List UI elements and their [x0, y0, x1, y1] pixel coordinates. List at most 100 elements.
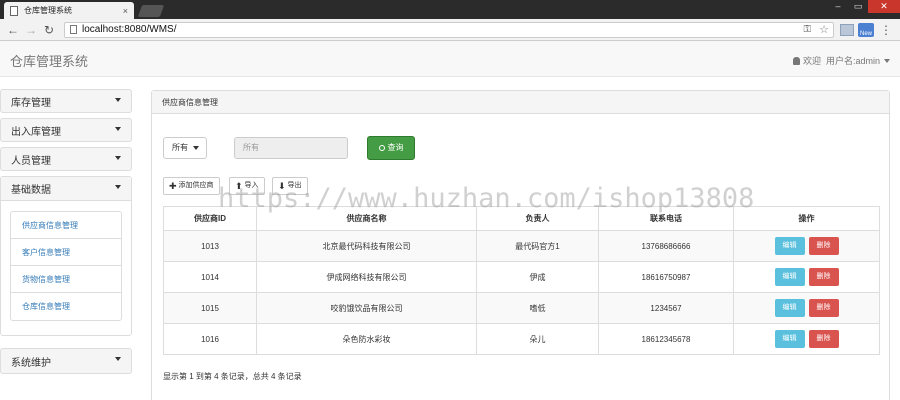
col-header-phone[interactable]: 联系电话 — [598, 206, 734, 231]
browser-toolbar: ← → ↻ localhost:8080/WMS/ ⚿ ☆ New ⋮ — [0, 19, 900, 41]
sidebar-item-stock-io[interactable]: 出入库管理 — [0, 118, 132, 142]
cell-id: 1016 — [163, 323, 257, 355]
new-tab-button[interactable] — [137, 5, 165, 17]
delete-button[interactable]: 删除 — [808, 330, 839, 348]
tab-close-icon[interactable]: × — [123, 6, 128, 16]
panel-title: 供应商信息管理 — [152, 91, 889, 114]
sidebar-item-inventory[interactable]: 库存管理 — [0, 89, 132, 113]
key-icon[interactable]: ⚿ — [804, 24, 812, 35]
page-icon — [10, 5, 18, 16]
delete-button[interactable]: 删除 — [808, 237, 839, 255]
cell-phone: 1234567 — [598, 292, 734, 324]
edit-button[interactable]: 编辑 — [774, 299, 805, 317]
query-button-label: 查询 — [387, 143, 404, 152]
sidebar-item-system[interactable]: 系统维护 — [0, 348, 132, 374]
delete-button[interactable]: 删除 — [808, 268, 839, 286]
export-label: 导出 — [287, 182, 302, 189]
cell-contact: 伊成 — [476, 261, 599, 293]
sidebar: 库存管理 出入库管理 人员管理 基础数据 供应商信息管理 客户信息管理 货物信息… — [0, 89, 132, 341]
delete-button[interactable]: 删除 — [808, 299, 839, 317]
chevron-down-icon — [884, 58, 890, 63]
welcome-text: 欢迎 — [802, 56, 821, 66]
browser-menu-icon[interactable]: ⋮ — [880, 23, 892, 37]
cell-actions: 编辑 删除 — [733, 261, 880, 293]
cell-id: 1014 — [163, 261, 257, 293]
page-info-icon[interactable] — [70, 25, 77, 34]
app-brand[interactable]: 仓库管理系统 — [10, 51, 88, 70]
sidebar-item-label: 出入库管理 — [11, 126, 61, 138]
add-supplier-label: 添加供应商 — [178, 182, 214, 189]
reload-icon[interactable]: ↻ — [40, 23, 58, 37]
col-header-actions: 操作 — [733, 206, 880, 231]
user-menu[interactable]: 欢迎 用户名:admin — [792, 54, 890, 67]
cell-actions: 编辑 删除 — [733, 230, 880, 262]
edit-button[interactable]: 编辑 — [774, 268, 805, 286]
search-input[interactable]: 所有 — [234, 137, 348, 159]
sidebar-item-basic-data[interactable]: 基础数据 — [1, 177, 131, 201]
export-icon: ⬇ — [278, 181, 286, 191]
table-row: 1016 朵色防水彩妆 朵儿 18612345678 编辑 删除 — [163, 323, 880, 355]
chevron-down-icon — [115, 357, 121, 361]
cell-contact: 最代码官方1 — [476, 230, 599, 262]
bookmark-star-icon[interactable]: ☆ — [819, 23, 829, 36]
chevron-down-icon — [115, 127, 121, 131]
col-header-contact[interactable]: 负责人 — [476, 206, 599, 231]
cell-name: 朵色防水彩妆 — [256, 323, 477, 355]
pagination-info: 显示第 1 到第 4 条记录，总共 4 条记录 — [163, 372, 302, 381]
search-icon — [378, 144, 385, 151]
cell-name: 咬豹饿饮品有限公司 — [256, 292, 477, 324]
cell-name: 北京最代码科技有限公司 — [256, 230, 477, 262]
username-text: 用户名:admin — [825, 56, 880, 66]
minimize-icon[interactable]: ‒ — [828, 0, 848, 13]
table-header-row: 供应商ID 供应商名称 负责人 联系电话 操作 — [163, 206, 880, 231]
table-row: 1013 北京最代码科技有限公司 最代码官方1 13768686666 编辑 删除 — [163, 230, 880, 262]
import-button[interactable]: ⬆ 导入 — [229, 177, 265, 195]
query-button[interactable]: 查询 — [367, 136, 415, 160]
edit-button[interactable]: 编辑 — [774, 237, 805, 255]
tab-title: 仓库管理系统 — [24, 6, 72, 15]
sidebar-submenu: 供应商信息管理 客户信息管理 货物信息管理 仓库信息管理 — [10, 211, 122, 321]
new-extension-icon[interactable]: New — [858, 22, 874, 37]
plus-icon: ✚ — [169, 181, 177, 191]
chevron-down-icon — [115, 98, 121, 102]
submenu-goods[interactable]: 货物信息管理 — [11, 266, 121, 293]
back-icon[interactable]: ← — [4, 23, 22, 37]
filter-select[interactable]: 所有 — [163, 137, 207, 159]
supplier-table: 供应商ID 供应商名称 负责人 联系电话 操作 1013 北京最代码科技有限公司… — [163, 206, 880, 355]
extension-icon[interactable] — [840, 23, 854, 36]
chevron-down-icon — [115, 185, 121, 189]
cell-actions: 编辑 删除 — [733, 292, 880, 324]
cell-actions: 编辑 删除 — [733, 323, 880, 355]
submenu-customer[interactable]: 客户信息管理 — [11, 239, 121, 266]
app-header: 仓库管理系统 欢迎 用户名:admin — [0, 41, 900, 77]
browser-tab[interactable]: 仓库管理系统 × — [4, 2, 134, 19]
sidebar-item-label: 人员管理 — [11, 155, 51, 167]
col-header-id[interactable]: 供应商ID — [163, 206, 257, 231]
add-supplier-button[interactable]: ✚ 添加供应商 — [163, 177, 220, 195]
forward-icon[interactable]: → — [22, 23, 40, 37]
col-header-name[interactable]: 供应商名称 — [256, 206, 477, 231]
maximize-icon[interactable]: ▭ — [848, 0, 868, 13]
sidebar-item-label: 基础数据 — [11, 185, 51, 196]
submenu-supplier[interactable]: 供应商信息管理 — [11, 212, 121, 239]
sidebar-item-label: 库存管理 — [11, 97, 51, 109]
submenu-warehouse[interactable]: 仓库信息管理 — [11, 293, 121, 320]
sidebar-group-basic-data: 基础数据 供应商信息管理 客户信息管理 货物信息管理 仓库信息管理 — [0, 176, 132, 336]
window-controls: ‒ ▭ ✕ — [828, 0, 900, 13]
export-button[interactable]: ⬇ 导出 — [272, 177, 308, 195]
close-window-icon[interactable]: ✕ — [868, 0, 900, 13]
table-row: 1014 伊成网络科技有限公司 伊成 18616750987 编辑 删除 — [163, 261, 880, 293]
main-panel: 供应商信息管理 所有 所有 查询 ✚ 添加供应商 ⬆ 导入 ⬇ 导出 供应商ID 供应… — [151, 90, 890, 400]
url-text: localhost:8080/WMS/ — [82, 24, 177, 35]
cell-phone: 13768686666 — [598, 230, 734, 262]
address-bar[interactable]: localhost:8080/WMS/ ⚿ ☆ — [64, 21, 834, 38]
chevron-down-icon — [115, 156, 121, 160]
cell-phone: 18616750987 — [598, 261, 734, 293]
sidebar-item-personnel[interactable]: 人员管理 — [0, 147, 132, 171]
cell-id: 1013 — [163, 230, 257, 262]
browser-tabbar: 仓库管理系统 × ‒ ▭ ✕ — [0, 0, 900, 19]
cell-name: 伊成网络科技有限公司 — [256, 261, 477, 293]
filter-select-value: 所有 — [172, 143, 188, 152]
edit-button[interactable]: 编辑 — [774, 330, 805, 348]
chevron-down-icon — [193, 145, 200, 150]
